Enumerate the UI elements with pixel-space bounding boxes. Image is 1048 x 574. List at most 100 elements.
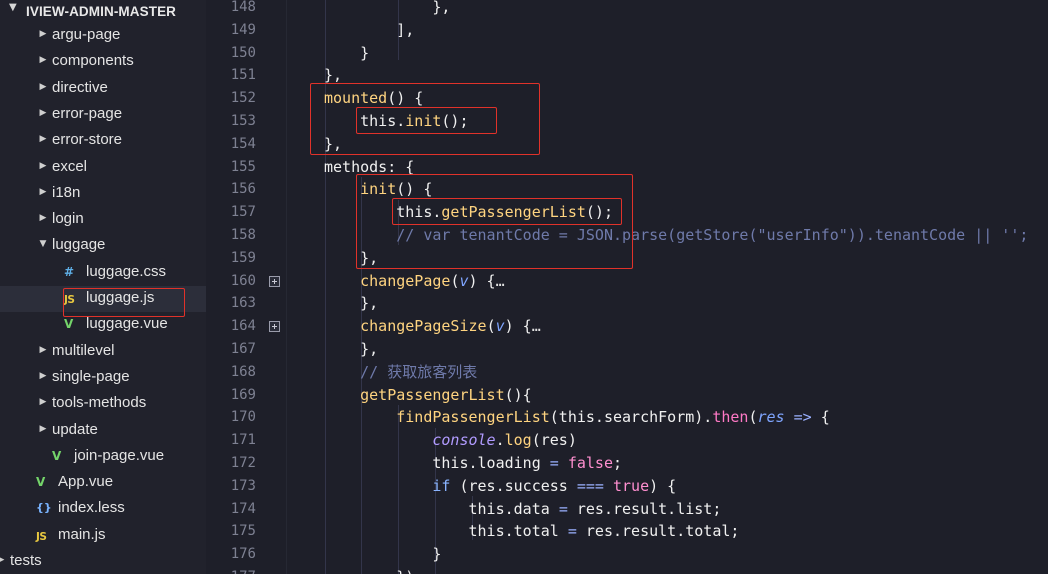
code-text: if (res.success === true) { bbox=[324, 475, 676, 498]
code-line[interactable]: 149 ], bbox=[206, 19, 1048, 42]
code-token: then bbox=[712, 408, 749, 427]
code-token: }, bbox=[324, 340, 379, 358]
code-line[interactable]: 164 changePageSize(v) {… bbox=[206, 315, 1048, 338]
code-editor[interactable]: 148 }, 149 ], 150 } 151}, 152 mounted() {153 … bbox=[206, 0, 1048, 574]
code-line[interactable]: 167 }, bbox=[206, 338, 1048, 361]
code-token: this.loading bbox=[324, 454, 550, 472]
tree-item-index-less[interactable]: {} index.less bbox=[0, 496, 206, 522]
code-token: this. bbox=[324, 112, 406, 130]
chevron-right-icon[interactable]: ▶ bbox=[38, 82, 48, 92]
line-number: 164 bbox=[230, 318, 256, 335]
code-token: if bbox=[324, 476, 451, 495]
tree-item-i18n[interactable]: ▶ i18n bbox=[0, 181, 206, 207]
tree-item-label: directive bbox=[52, 78, 108, 96]
tree-item-components[interactable]: ▶ components bbox=[0, 49, 206, 75]
line-number: 172 bbox=[230, 455, 256, 471]
tree-item-tests[interactable]: ▶ tests bbox=[0, 549, 206, 574]
line-number: 148 bbox=[230, 0, 256, 15]
chevron-right-icon[interactable]: ▶ bbox=[38, 424, 48, 434]
code-token: (this.searchForm). bbox=[549, 408, 713, 427]
code-text: }, bbox=[324, 338, 378, 361]
code-line[interactable]: 152 mounted() { bbox=[206, 87, 1048, 110]
line-number: 151 bbox=[230, 67, 256, 84]
tree-item-luggage-vue[interactable]: Vluggage.vue bbox=[0, 312, 206, 338]
code-line[interactable]: 170 findPassengerList(this.searchForm).t… bbox=[206, 406, 1048, 429]
code-token: res.result.total; bbox=[576, 522, 740, 541]
chevron-right-icon[interactable]: ▶ bbox=[38, 161, 48, 171]
tree-item-error-store[interactable]: ▶ error-store bbox=[0, 128, 206, 154]
code-text: // var tenantCode = JSON.parse(getStore(… bbox=[324, 224, 1028, 247]
tree-item-login[interactable]: ▶ login bbox=[0, 207, 206, 233]
code-line[interactable]: 159 }, bbox=[206, 247, 1048, 270]
code-token: findPassengerList bbox=[324, 408, 550, 427]
code-line[interactable]: 163 }, bbox=[206, 292, 1048, 315]
tree-item-update[interactable]: ▶ update bbox=[0, 418, 206, 444]
tree-item-label: luggage.vue bbox=[86, 315, 168, 333]
tree-item-label: components bbox=[52, 52, 134, 70]
tree-item-directive[interactable]: ▶ directive bbox=[0, 76, 206, 102]
chevron-right-icon[interactable]: ▶ bbox=[38, 213, 48, 223]
tree-item-multilevel[interactable]: ▶ multilevel bbox=[0, 339, 206, 365]
code-text: this.data = res.result.list; bbox=[324, 498, 721, 521]
code-token: ( bbox=[748, 408, 758, 427]
code-token: () { bbox=[396, 180, 433, 199]
chevron-right-icon[interactable]: ▶ bbox=[38, 29, 48, 39]
tree-item-luggage-js[interactable]: JS luggage.js bbox=[0, 286, 206, 312]
code-line[interactable]: 169 getPassengerList(){ bbox=[206, 384, 1048, 407]
tree-item-label: login bbox=[52, 210, 84, 228]
code-line[interactable]: 174 this.data = res.result.list; bbox=[206, 498, 1048, 521]
chevron-right-icon[interactable]: ▶ bbox=[38, 397, 48, 407]
tree-item-luggage[interactable]: ▼ luggage bbox=[0, 233, 206, 259]
chevron-right-icon[interactable]: ▶ bbox=[38, 187, 48, 197]
code-line[interactable]: 176 } bbox=[206, 543, 1048, 566]
vue-file-icon: V bbox=[52, 448, 62, 463]
tree-item-excel[interactable]: ▶ excel bbox=[0, 155, 206, 181]
chevron-right-icon[interactable]: ▶ bbox=[38, 108, 48, 118]
chevron-down-icon[interactable]: ▼ bbox=[38, 239, 48, 249]
code-line[interactable]: 155 methods: { bbox=[206, 156, 1048, 179]
code-line[interactable]: 172 this.loading = false; bbox=[206, 452, 1048, 475]
code-line[interactable]: 154}, bbox=[206, 133, 1048, 156]
code-line[interactable]: 160 changePage(v) {… bbox=[206, 270, 1048, 293]
code-line[interactable]: 175 this.total = res.result.total; bbox=[206, 520, 1048, 543]
code-token: }, bbox=[324, 294, 379, 313]
code-token: … bbox=[531, 317, 541, 336]
code-line[interactable]: 157 this.getPassengerList(); bbox=[206, 201, 1048, 224]
tree-item-label: luggage.css bbox=[86, 262, 167, 280]
code-line[interactable]: 171 console.log(res) bbox=[206, 429, 1048, 452]
code-line[interactable]: 153 this.init(); bbox=[206, 110, 1048, 133]
code-token: }, bbox=[324, 66, 343, 85]
chevron-right-icon[interactable]: ▶ bbox=[0, 555, 6, 565]
chevron-right-icon[interactable]: ▶ bbox=[38, 134, 48, 144]
line-number: 173 bbox=[230, 477, 256, 494]
tree-item-single-page[interactable]: ▶ single-page bbox=[0, 365, 206, 391]
tree-item-argu-page[interactable]: ▶ argu-page bbox=[0, 23, 206, 49]
code-line[interactable]: 148 }, bbox=[206, 0, 1048, 19]
code-line[interactable]: 151}, bbox=[206, 64, 1048, 87]
tree-item-tools-methods[interactable]: ▶ tools-methods bbox=[0, 391, 206, 417]
tree-item-error-page[interactable]: ▶ error-page bbox=[0, 102, 206, 128]
chevron-right-icon[interactable]: ▶ bbox=[38, 371, 48, 381]
chevron-down-icon[interactable]: ▼ bbox=[9, 2, 17, 13]
code-line[interactable]: 168 // 获取旅客列表 bbox=[206, 361, 1048, 384]
tree-item-main-js[interactable]: JS main.js bbox=[0, 523, 206, 549]
code-line[interactable]: 156 init() { bbox=[206, 178, 1048, 201]
code-line[interactable]: 173 if (res.success === true) { bbox=[206, 475, 1048, 498]
chevron-right-icon[interactable]: ▶ bbox=[38, 345, 48, 355]
code-text: this.getPassengerList(); bbox=[324, 201, 613, 224]
code-line[interactable]: 177 }) bbox=[206, 566, 1048, 574]
code-line[interactable]: 150 } bbox=[206, 42, 1048, 65]
fold-expand-icon[interactable] bbox=[269, 275, 280, 287]
js-file-icon: JS bbox=[64, 294, 75, 306]
tree-item-app-vue[interactable]: V App.vue bbox=[0, 470, 206, 496]
chevron-right-icon[interactable]: ▶ bbox=[38, 55, 48, 65]
code-line[interactable]: 158 // var tenantCode = JSON.parse(getSt… bbox=[206, 224, 1048, 247]
fold-expand-icon[interactable] bbox=[269, 321, 280, 333]
code-token: init bbox=[324, 180, 397, 199]
tree-item-label: excel bbox=[52, 157, 88, 175]
tree-item-join-page-vue[interactable]: Vjoin-page.vue bbox=[0, 444, 206, 470]
line-number: 170 bbox=[230, 409, 256, 426]
tree-item-luggage-css[interactable]: # luggage.css bbox=[0, 260, 206, 286]
code-token: . bbox=[495, 431, 505, 450]
code-text: ], bbox=[324, 19, 414, 42]
